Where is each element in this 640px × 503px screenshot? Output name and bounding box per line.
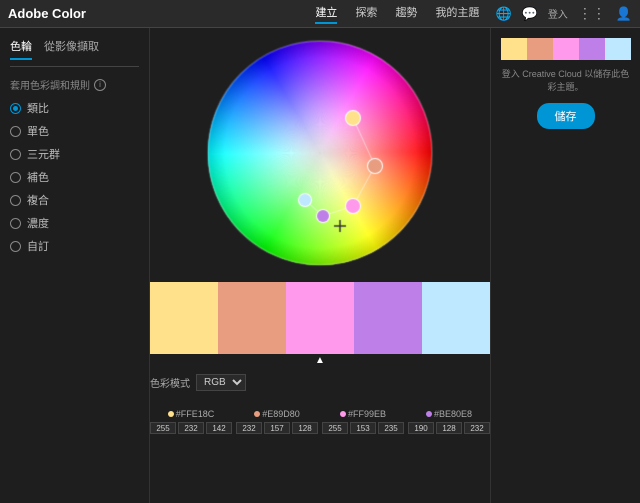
channel-g-0[interactable]: 232 bbox=[178, 422, 204, 434]
left-panel: 色輪 從影像擷取 套用色彩調和規則 i 類比單色三元群補色複合濃度自訂 bbox=[0, 28, 150, 503]
color-hex-0: #FFE18C bbox=[176, 409, 215, 419]
mini-swatch-2 bbox=[553, 38, 579, 60]
mini-swatch-3 bbox=[579, 38, 605, 60]
color-channels-1: 232157128 bbox=[236, 422, 318, 434]
color-wheel[interactable] bbox=[205, 38, 435, 268]
channel-r-2[interactable]: 255 bbox=[322, 422, 348, 434]
color-info-row: #FFE18C255232142#E89D80232157128#FF99EB2… bbox=[150, 409, 490, 434]
panel-tabs: 色輪 從影像擷取 bbox=[10, 38, 139, 67]
channel-g-1[interactable]: 157 bbox=[264, 422, 290, 434]
harmony-rule-label: 套用色彩調和規則 i bbox=[10, 77, 139, 92]
rule-item-compound[interactable]: 複合 bbox=[10, 192, 139, 208]
info-icon[interactable]: i bbox=[94, 79, 106, 91]
rule-item-monochromatic[interactable]: 單色 bbox=[10, 123, 139, 139]
color-mode-label: 色彩模式 bbox=[150, 375, 190, 390]
globe-icon[interactable]: 🌐 bbox=[495, 6, 511, 22]
main-content: 色輪 從影像擷取 套用色彩調和規則 i 類比單色三元群補色複合濃度自訂 色彩模式… bbox=[0, 28, 640, 503]
channel-g-3[interactable]: 128 bbox=[436, 422, 462, 434]
rule-item-analogous[interactable]: 類比 bbox=[10, 100, 139, 116]
color-dot-0 bbox=[168, 411, 174, 417]
save-button[interactable]: 儲存 bbox=[537, 103, 595, 129]
rule-item-complementary[interactable]: 補色 bbox=[10, 169, 139, 185]
color-channels-3: 190128232 bbox=[408, 422, 490, 434]
color-channels-0: 255232142 bbox=[150, 422, 232, 434]
mini-swatch-4 bbox=[605, 38, 631, 60]
color-mode-select[interactable]: RGB bbox=[196, 374, 246, 391]
channel-b-3[interactable]: 232 bbox=[464, 422, 490, 434]
app-header: Adobe Color 建立 探索 趨勢 我的主題 🌐 💬 登入 ⋮⋮ 👤 bbox=[0, 0, 640, 28]
rule-item-custom[interactable]: 自訂 bbox=[10, 238, 139, 254]
swatch-3[interactable] bbox=[354, 282, 422, 354]
radio-compound bbox=[10, 195, 21, 206]
nav-my-themes[interactable]: 我的主題 bbox=[435, 4, 479, 24]
tab-wheel[interactable]: 色輪 bbox=[10, 38, 32, 60]
color-dot-1 bbox=[254, 411, 260, 417]
chat-icon[interactable]: 💬 bbox=[522, 6, 538, 22]
channel-r-0[interactable]: 255 bbox=[150, 422, 176, 434]
rule-label-shades: 濃度 bbox=[27, 215, 49, 231]
color-hex-3: #BE80E8 bbox=[434, 409, 472, 419]
channel-r-1[interactable]: 232 bbox=[236, 422, 262, 434]
rule-label-analogous: 類比 bbox=[27, 100, 49, 116]
nav-trends[interactable]: 趨勢 bbox=[395, 4, 417, 24]
main-nav: 建立 探索 趨勢 我的主題 bbox=[315, 4, 479, 24]
nav-build[interactable]: 建立 bbox=[315, 4, 337, 24]
rule-label-compound: 複合 bbox=[27, 192, 49, 208]
color-dot-3 bbox=[426, 411, 432, 417]
radio-custom bbox=[10, 241, 21, 252]
tab-image[interactable]: 從影像擷取 bbox=[44, 38, 99, 60]
rule-item-shades[interactable]: 濃度 bbox=[10, 215, 139, 231]
color-hex-1: #E89D80 bbox=[262, 409, 300, 419]
center-panel: 色彩模式 RGB #FFE18C255232142#E89D8023215712… bbox=[150, 28, 490, 503]
radio-triadic bbox=[10, 149, 21, 160]
mini-swatch-1 bbox=[527, 38, 553, 60]
radio-analogous bbox=[10, 103, 21, 114]
radio-complementary bbox=[10, 172, 21, 183]
swatch-4[interactable] bbox=[422, 282, 490, 354]
color-hex-2: #FF99EB bbox=[348, 409, 386, 419]
swatch-0[interactable] bbox=[150, 282, 218, 354]
radio-shades bbox=[10, 218, 21, 229]
color-info-2: #FF99EB255153235 bbox=[322, 409, 404, 434]
rule-label-monochromatic: 單色 bbox=[27, 123, 49, 139]
swatches-row bbox=[150, 282, 490, 354]
rule-label-triadic: 三元群 bbox=[27, 146, 60, 162]
swatch-2[interactable] bbox=[286, 282, 354, 354]
cc-login-text: 登入 Creative Cloud 以儲存此色彩主題。 bbox=[501, 68, 630, 93]
channel-b-0[interactable]: 142 bbox=[206, 422, 232, 434]
harmony-rules: 類比單色三元群補色複合濃度自訂 bbox=[10, 100, 139, 254]
right-panel: 登入 Creative Cloud 以儲存此色彩主題。 儲存 bbox=[490, 28, 640, 503]
apps-icon[interactable]: ⋮⋮ bbox=[578, 5, 606, 22]
radio-monochromatic bbox=[10, 126, 21, 137]
channel-r-3[interactable]: 190 bbox=[408, 422, 434, 434]
rule-item-triadic[interactable]: 三元群 bbox=[10, 146, 139, 162]
color-wheel-container bbox=[205, 38, 435, 268]
mini-swatches bbox=[501, 38, 631, 60]
user-icon[interactable]: 👤 bbox=[616, 6, 632, 22]
app-logo: Adobe Color bbox=[8, 6, 86, 21]
mini-swatch-0 bbox=[501, 38, 527, 60]
color-channels-2: 255153235 bbox=[322, 422, 404, 434]
swatch-1[interactable] bbox=[218, 282, 286, 354]
color-info-1: #E89D80232157128 bbox=[236, 409, 318, 434]
color-info-3: #BE80E8190128232 bbox=[408, 409, 490, 434]
rule-label-custom: 自訂 bbox=[27, 238, 49, 254]
header-icons: 🌐 💬 登入 ⋮⋮ 👤 bbox=[495, 5, 632, 22]
color-dot-2 bbox=[340, 411, 346, 417]
channel-g-2[interactable]: 153 bbox=[350, 422, 376, 434]
rule-label-complementary: 補色 bbox=[27, 169, 49, 185]
color-info-0: #FFE18C255232142 bbox=[150, 409, 232, 434]
channel-b-2[interactable]: 235 bbox=[378, 422, 404, 434]
nav-explore[interactable]: 探索 bbox=[355, 4, 377, 24]
channel-b-1[interactable]: 128 bbox=[292, 422, 318, 434]
login-link[interactable]: 登入 bbox=[548, 6, 568, 21]
